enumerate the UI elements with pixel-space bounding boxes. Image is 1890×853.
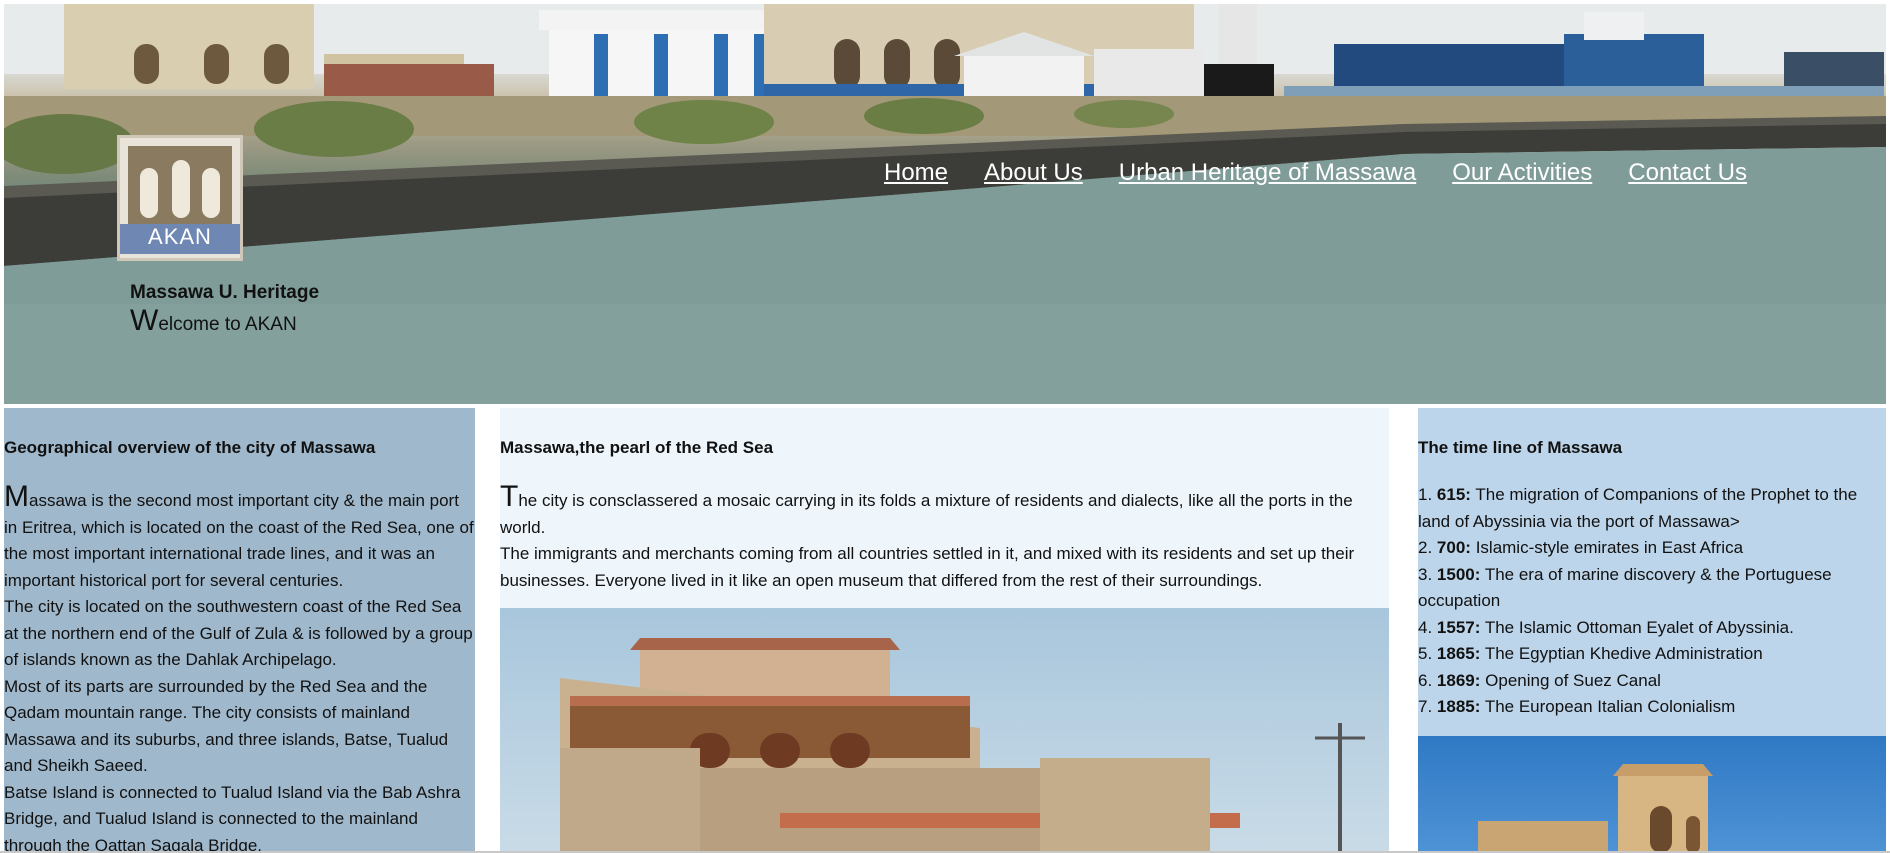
pearl-text-2: The immigrants and merchants coming from…	[500, 544, 1355, 590]
timeline-year: 1557:	[1436, 617, 1481, 637]
timeline-item: 7. 1885: The European Italian Colonialis…	[1418, 694, 1886, 721]
timeline-heading: The time line of Massawa	[1418, 438, 1623, 457]
main-nav: Home About Us Urban Heritage of Massawa …	[884, 159, 1886, 187]
pearl-text-1: he city is consclassered a mosaic carryi…	[500, 491, 1353, 537]
geography-paragraph: Massawa is the second most important cit…	[4, 482, 475, 594]
timeline-text: The European Italian Colonialism	[1484, 697, 1736, 716]
timeline-item: 5. 1865: The Egyptian Khedive Administra…	[1418, 641, 1886, 668]
geography-dropcap: M	[4, 480, 29, 513]
timeline-year: 1885:	[1436, 697, 1481, 716]
timeline-list: 1. 615: The migration of Companions of t…	[1418, 482, 1886, 721]
tagline: Welcome to AKAN	[130, 306, 297, 336]
geography-text-1: assawa is the second most important city…	[4, 491, 474, 590]
timeline-number: 3.	[1418, 564, 1433, 584]
timeline-text: The era of marine discovery & the Portug…	[1418, 564, 1832, 611]
tagline-dropcap: W	[130, 304, 159, 337]
nav-our-activities[interactable]: Our Activities	[1452, 159, 1592, 187]
timeline-year: 1865:	[1436, 644, 1481, 663]
pearl-paragraph: The city is consclassered a mosaic carry…	[500, 482, 1389, 541]
timeline-item: 2. 700: Islamic-style emirates in East A…	[1418, 535, 1886, 562]
timeline-item: 1. 615: The migration of Companions of t…	[1418, 482, 1886, 535]
nav-home[interactable]: Home	[884, 159, 948, 187]
timeline-year: 1869:	[1436, 670, 1481, 690]
nav-contact-us[interactable]: Contact Us	[1628, 159, 1747, 187]
timeline-year: 1500:	[1436, 564, 1481, 584]
timeline-number: 5.	[1418, 644, 1433, 663]
timeline-text: Islamic-style emirates in East Africa	[1475, 538, 1744, 557]
geography-column: Geographical overview of the city of Mas…	[4, 408, 475, 853]
heritage-building-photo	[500, 608, 1389, 853]
timeline-number: 7.	[1418, 697, 1433, 716]
timeline-text: The Islamic Ottoman Eyalet of Abyssinia.	[1484, 617, 1794, 637]
logo-text: AKAN	[148, 224, 212, 249]
timeline-year: 700:	[1436, 538, 1471, 557]
timeline-item: 3. 1500: The era of marine discovery & t…	[1418, 562, 1886, 615]
timeline-text: Opening of Suez Canal	[1485, 670, 1661, 690]
nav-urban-heritage[interactable]: Urban Heritage of Massawa	[1119, 159, 1416, 187]
hero-banner: AKAN Massawa U. Heritage Welcome to AKAN…	[4, 4, 1886, 404]
tagline-text: elcome to AKAN	[158, 314, 297, 335]
site-name: Massawa U. Heritage	[130, 282, 320, 303]
timeline-number: 4.	[1418, 617, 1433, 637]
timeline-text: The Egyptian Khedive Administration	[1484, 644, 1763, 663]
timeline-year: 615:	[1436, 485, 1471, 504]
timeline-item: 6. 1869: Opening of Suez Canal	[1418, 668, 1886, 695]
nav-about-us[interactable]: About Us	[984, 159, 1083, 187]
tower-photo	[1418, 736, 1886, 853]
timeline-text: The migration of Companions of the Proph…	[1418, 485, 1858, 531]
akan-logo[interactable]: AKAN	[117, 135, 243, 261]
geography-heading: Geographical overview of the city of Mas…	[4, 438, 376, 457]
geography-text-2: The city is located on the southwestern …	[4, 597, 473, 669]
timeline-column: The time line of Massawa 1. 615: The mig…	[1418, 408, 1886, 853]
geography-text-4: Batse Island is connected to Tualud Isla…	[4, 782, 461, 853]
timeline-number: 1.	[1418, 485, 1433, 504]
timeline-number: 6.	[1418, 670, 1433, 690]
timeline-item: 4. 1557: The Islamic Ottoman Eyalet of A…	[1418, 615, 1886, 642]
pearl-column: Massawa,the pearl of the Red Sea The cit…	[500, 408, 1389, 853]
pearl-heading: Massawa,the pearl of the Red Sea	[500, 438, 774, 457]
harbor-photo	[4, 4, 1886, 404]
timeline-number: 2.	[1418, 538, 1433, 557]
geography-text-3: Most of its parts are surrounded by the …	[4, 676, 449, 776]
pearl-dropcap: T	[500, 480, 519, 513]
